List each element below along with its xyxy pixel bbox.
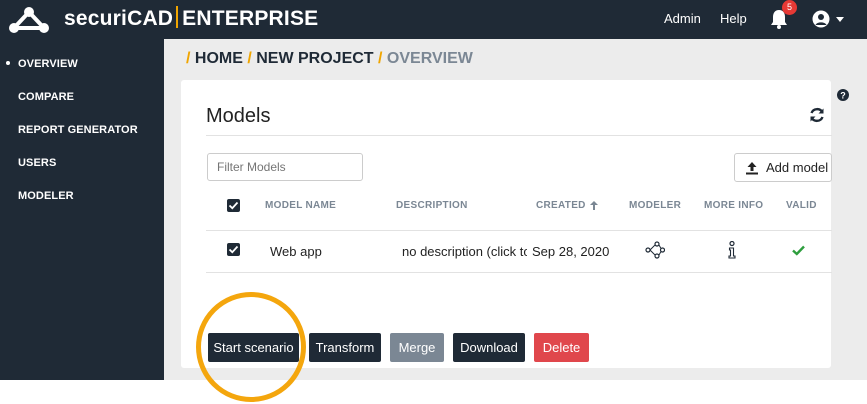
- graph-nodes-icon[interactable]: [645, 241, 665, 259]
- svg-text:?: ?: [840, 91, 846, 101]
- transform-button[interactable]: Transform: [309, 333, 381, 362]
- created-cell: Sep 28, 2020: [532, 244, 610, 259]
- breadcrumb-current: OVERVIEW: [386, 50, 473, 67]
- info-icon[interactable]: [727, 241, 737, 259]
- title-divider: [206, 135, 832, 136]
- admin-link[interactable]: Admin: [664, 11, 701, 26]
- sidebar-item-modeler[interactable]: MODELER: [18, 190, 74, 202]
- checkmark-icon: [228, 201, 239, 210]
- user-circle-icon[interactable]: [812, 10, 830, 28]
- column-header-valid[interactable]: VALID: [786, 200, 817, 211]
- brand-edition: ENTERPRISE: [182, 7, 319, 30]
- securicad-logo-icon[interactable]: [8, 6, 50, 34]
- sidebar-item-report-generator[interactable]: REPORT GENERATOR: [18, 124, 138, 136]
- help-icon[interactable]: ?: [837, 89, 849, 101]
- help-link[interactable]: Help: [720, 11, 747, 26]
- checkmark-icon: [228, 245, 239, 254]
- brand-title[interactable]: securiCAD ENTERPRISE: [64, 6, 318, 31]
- download-button[interactable]: Download: [453, 333, 525, 362]
- start-scenario-button[interactable]: Start scenario: [208, 333, 299, 362]
- column-header-description[interactable]: DESCRIPTION: [396, 200, 468, 211]
- column-header-more-info[interactable]: MORE INFO: [704, 200, 763, 211]
- active-dot-icon: [6, 61, 10, 65]
- add-model-button[interactable]: Add model: [734, 153, 832, 182]
- breadcrumb-project[interactable]: NEW PROJECT: [256, 50, 373, 67]
- column-header-created[interactable]: CREATED: [536, 200, 586, 211]
- sort-ascending-icon[interactable]: [589, 200, 599, 211]
- brand-separator: [176, 6, 179, 28]
- models-card: [181, 80, 831, 368]
- add-model-label: Add model: [766, 160, 829, 175]
- checkmark-icon: [792, 245, 805, 256]
- sidebar-item-overview[interactable]: OVERVIEW: [18, 58, 78, 70]
- model-name-cell[interactable]: Web app: [270, 244, 322, 259]
- delete-button[interactable]: Delete: [534, 333, 589, 362]
- top-navbar: securiCAD ENTERPRISE Admin Help 5: [0, 0, 867, 39]
- breadcrumb: / HOME / NEW PROJECT / OVERVIEW: [186, 50, 473, 67]
- description-cell[interactable]: no description (click to edit): [402, 244, 527, 259]
- filter-models-input[interactable]: [207, 153, 363, 181]
- column-header-model-name[interactable]: MODEL NAME: [265, 200, 336, 211]
- models-title: Models: [206, 105, 271, 127]
- breadcrumb-home[interactable]: HOME: [195, 50, 243, 67]
- brand-name: securiCAD: [64, 7, 174, 30]
- chevron-down-icon[interactable]: [836, 17, 844, 22]
- merge-button[interactable]: Merge: [390, 333, 444, 362]
- sidebar-item-users[interactable]: USERS: [18, 157, 56, 169]
- row-checkbox[interactable]: [227, 243, 240, 256]
- column-header-modeler[interactable]: MODELER: [629, 200, 681, 211]
- header-divider: [206, 230, 832, 231]
- upload-icon: [746, 162, 758, 175]
- notification-badge: 5: [782, 0, 797, 15]
- select-all-checkbox[interactable]: [227, 199, 240, 212]
- sidebar-item-compare[interactable]: COMPARE: [18, 91, 74, 103]
- row-divider: [206, 272, 832, 273]
- refresh-icon[interactable]: [808, 106, 826, 124]
